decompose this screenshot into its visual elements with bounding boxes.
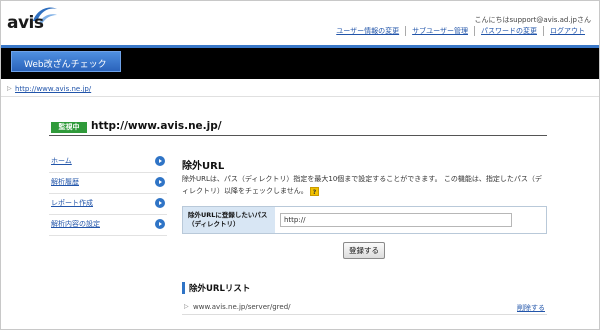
breadcrumb-link[interactable]: http://www.avis.ne.jp/ bbox=[15, 85, 91, 93]
arrow-circle-icon bbox=[155, 219, 165, 229]
exclude-url-list-title: 除外URLリスト bbox=[189, 284, 251, 294]
arrow-circle-icon bbox=[155, 177, 165, 187]
description-text: 除外URLは、パス（ディレクトリ）指定を最大10個まで設定することができます。 … bbox=[182, 175, 542, 195]
header-nav: ユーザー情報の変更 サブユーザー管理 パスワードの変更 ログアウト bbox=[330, 26, 591, 36]
excluded-url: www.avis.ne.jp/server/gred/ bbox=[193, 303, 291, 311]
exclude-url-input[interactable] bbox=[280, 213, 512, 227]
breadcrumb: ▷ http://www.avis.ne.jp/ bbox=[1, 83, 599, 97]
status-badge: 監視中 bbox=[51, 122, 87, 133]
sidebar-item-label: 解析履歴 bbox=[51, 178, 79, 186]
exclude-path-label-line2: （ディレクトリ） bbox=[188, 220, 240, 228]
sidebar-item-home[interactable]: ホーム bbox=[49, 152, 167, 173]
avis-logo[interactable]: avis bbox=[7, 7, 57, 35]
section-description: 除外URLは、パス（ディレクトリ）指定を最大10個まで設定することができます。 … bbox=[182, 173, 547, 197]
list-item: ▷ www.avis.ne.jp/server/gred/ 削除する bbox=[182, 299, 547, 315]
sidebar-item-analysis-settings[interactable]: 解析内容の設定 bbox=[49, 215, 167, 236]
exclude-url-form: 除外URLに登録したいパス （ディレクトリ） bbox=[182, 206, 547, 234]
sidebar: ホーム 解析履歴 レポート作成 解析内容の設定 bbox=[49, 152, 167, 236]
nav-subuser-management[interactable]: サブユーザー管理 bbox=[405, 26, 474, 36]
nav-logout[interactable]: ログアウト bbox=[543, 26, 591, 36]
sidebar-item-label: ホーム bbox=[51, 157, 72, 165]
app-window: avis こんにちはsupport@avis.ad.jpさん ユーザー情報の変更… bbox=[0, 0, 600, 330]
sidebar-item-analysis-history[interactable]: 解析履歴 bbox=[49, 173, 167, 194]
help-icon[interactable]: ? bbox=[310, 186, 320, 196]
exclude-path-label: 除外URLに登録したいパス （ディレクトリ） bbox=[183, 207, 275, 233]
delete-link[interactable]: 削除する bbox=[517, 303, 545, 313]
logo-text: avis bbox=[7, 13, 44, 33]
sidebar-item-report[interactable]: レポート作成 bbox=[49, 194, 167, 215]
section-title: 除外URL bbox=[182, 161, 225, 172]
title-bar-accent bbox=[1, 45, 599, 48]
user-greeting: こんにちはsupport@avis.ad.jpさん bbox=[474, 16, 591, 24]
nav-change-password[interactable]: パスワードの変更 bbox=[474, 26, 543, 36]
sidebar-item-label: 解析内容の設定 bbox=[51, 220, 100, 228]
title-divider bbox=[49, 135, 547, 136]
list-arrow-icon: ▷ bbox=[184, 303, 189, 310]
sidebar-item-label: レポート作成 bbox=[51, 199, 93, 207]
breadcrumb-arrow-icon: ▷ bbox=[7, 85, 12, 92]
page-title: http://www.avis.ne.jp/ bbox=[91, 120, 222, 132]
register-button[interactable]: 登録する bbox=[343, 242, 385, 259]
list-title-marker bbox=[182, 282, 185, 294]
arrow-circle-icon bbox=[155, 156, 165, 166]
arrow-circle-icon bbox=[155, 198, 165, 208]
tab-web-tamper-check[interactable]: Web改ざんチェック bbox=[11, 51, 121, 72]
nav-edit-user-info[interactable]: ユーザー情報の変更 bbox=[330, 26, 405, 36]
exclude-path-label-line1: 除外URLに登録したいパス bbox=[188, 211, 268, 219]
